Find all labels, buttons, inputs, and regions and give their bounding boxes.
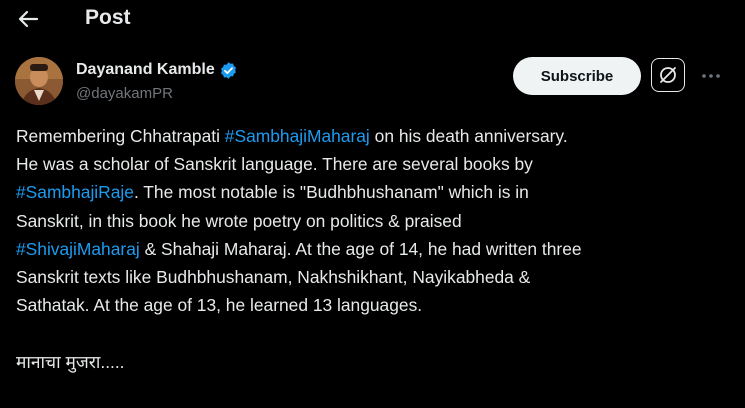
hashtag-link[interactable]: #SambhajiMaharaj <box>225 126 370 146</box>
text-segment: Sanskrit texts like Budhbhushanam, Nakhs… <box>16 267 531 288</box>
post-line: Remembering Chhatrapati #SambhajiMaharaj… <box>16 122 731 150</box>
hashtag-link[interactable]: #ShivajiMaharaj <box>16 239 140 259</box>
verified-badge-icon <box>220 61 236 79</box>
post-line: #SambhajiRaje. The most notable is "Budh… <box>16 178 731 206</box>
more-options-button[interactable] <box>699 66 723 86</box>
text-segment: on his death anniversary. <box>369 126 568 146</box>
avatar[interactable] <box>15 57 63 105</box>
text-segment: Sathatak. At the age of 13, he learned 1… <box>16 295 423 316</box>
post-line: Sanskrit, in this book he wrote poetry o… <box>16 207 731 235</box>
author-handle[interactable]: @dayakamPR <box>76 84 173 104</box>
post-line: #ShivajiMaharaj & Shahaji Maharaj. At th… <box>16 235 731 263</box>
back-arrow-icon <box>18 10 39 28</box>
subscribe-button[interactable]: Subscribe <box>513 57 641 95</box>
top-bar: Post <box>0 0 745 40</box>
text-segment: Remembering Chhatrapati <box>16 126 225 146</box>
grok-icon <box>660 67 676 83</box>
post-line: Sathatak. At the age of 13, he learned 1… <box>16 291 731 319</box>
post-body: Remembering Chhatrapati #SambhajiMaharaj… <box>16 122 731 376</box>
author-name[interactable]: Dayanand Kamble <box>76 60 238 80</box>
grok-button[interactable] <box>651 58 685 92</box>
avatar-image-icon <box>15 57 63 105</box>
author-name-text: Dayanand Kamble <box>76 61 215 78</box>
text-segment: He was a scholar of Sanskrit language. T… <box>16 154 533 175</box>
more-dots-icon <box>702 74 720 78</box>
hashtag-link[interactable]: #SambhajiRaje <box>16 182 134 202</box>
post-line: Sanskrit texts like Budhbhushanam, Nakhs… <box>16 263 731 291</box>
back-button[interactable] <box>14 6 42 32</box>
text-segment: Sanskrit, in this book he wrote poetry o… <box>16 210 462 231</box>
page-title: Post <box>85 6 131 29</box>
post-closing-line: मानाचा मुजरा..... <box>16 351 125 372</box>
text-segment: & Shahaji Maharaj. At the age of 14, he … <box>139 238 582 259</box>
text-segment: . The most notable is "Budhbhushanam" wh… <box>133 182 529 203</box>
post-line: He was a scholar of Sanskrit language. T… <box>16 150 731 178</box>
